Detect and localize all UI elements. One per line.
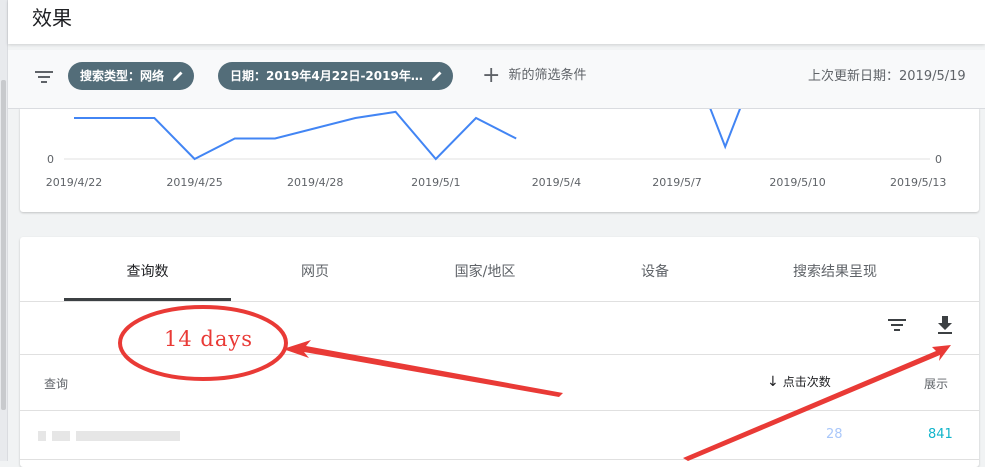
annotation-label: 14 days (164, 327, 254, 351)
download-icon[interactable] (935, 314, 955, 336)
performance-chart-card: 0 0 2019/4/22 2019/4/25 2019/4/28 2019/5/1 201… (20, 108, 979, 212)
pencil-icon[interactable] (430, 69, 444, 83)
tab-pages[interactable]: 网页 (250, 261, 380, 281)
date-chip[interactable]: 日期：2019年4月22日-2019年… (218, 62, 453, 90)
performance-chart: 0 0 2019/4/22 2019/4/25 2019/4/28 2019/5/1 201… (46, 108, 946, 189)
search-type-chip[interactable]: 搜索类型：网络 (68, 62, 195, 90)
table-header: 查询 ↓ 点击次数 展示 (20, 355, 979, 411)
pencil-icon[interactable] (171, 69, 185, 83)
y-axis-left-tick: 0 (47, 153, 54, 166)
cell-impressions: 841 (928, 427, 953, 442)
column-header-clicks-label: 点击次数 (782, 375, 831, 389)
x-axis-tick-label: 2019/4/25 (166, 176, 222, 189)
page-title: 效果 (32, 6, 72, 30)
x-axis-tick-label: 2019/5/7 (652, 176, 701, 189)
tab-queries[interactable]: 查询数 (64, 261, 231, 281)
tab-devices[interactable]: 设备 (590, 261, 720, 281)
column-header-impressions[interactable]: 展示 (924, 375, 948, 392)
new-filter-label: 新的筛选条件 (508, 68, 587, 83)
scrollbar-thumb[interactable] (1, 80, 6, 410)
redacted-query (38, 431, 46, 441)
active-tab-indicator (64, 298, 231, 301)
x-axis-tick-label: 2019/5/10 (769, 176, 825, 189)
date-chip-label: 日期：2019年4月22日-2019年… (230, 69, 423, 83)
series-line-segment (709, 108, 742, 150)
left-scrollbar[interactable] (0, 0, 8, 461)
search-type-chip-label: 搜索类型：网络 (80, 69, 165, 83)
filter-bar: 搜索类型：网络 日期：2019年4月22日-2019年… + 新的筛选条件 上次更… (8, 50, 985, 109)
title-bar: 效果 (8, 0, 985, 44)
filter-icon[interactable] (887, 317, 907, 333)
redacted-query (76, 431, 180, 441)
plus-icon: + (482, 63, 501, 88)
cell-clicks: 28 (826, 427, 843, 442)
tab-countries[interactable]: 国家/地区 (420, 261, 550, 281)
column-header-clicks[interactable]: ↓ 点击次数 (767, 373, 831, 390)
arrow-down-icon: ↓ (767, 374, 779, 390)
tab-search-appearance[interactable]: 搜索结果呈现 (760, 261, 910, 281)
x-axis-tick-label: 2019/5/4 (532, 176, 581, 189)
filter-icon[interactable] (34, 68, 54, 86)
x-axis-tick-label: 2019/5/1 (411, 176, 460, 189)
redacted-query (52, 431, 70, 441)
x-axis-tick-label: 2019/4/28 (287, 176, 343, 189)
y-axis-right-tick: 0 (935, 153, 942, 166)
column-header-query[interactable]: 查询 (44, 375, 68, 392)
tab-bar: 查询数 网页 国家/地区 设备 搜索结果呈现 (20, 237, 979, 302)
last-updated: 上次更新日期：2019/5/19 (808, 69, 966, 84)
x-axis-tick-label: 2019/4/22 (46, 176, 102, 189)
x-axis-tick-label: 2019/5/13 (890, 176, 946, 189)
data-table-card: 查询数 网页 国家/地区 设备 搜索结果呈现 查询 ↓ 点击次数 展示 28 84… (20, 237, 979, 467)
new-filter-button[interactable]: + 新的筛选条件 (482, 64, 586, 88)
series-line (74, 110, 517, 161)
table-row[interactable]: 28 841 (20, 411, 979, 460)
